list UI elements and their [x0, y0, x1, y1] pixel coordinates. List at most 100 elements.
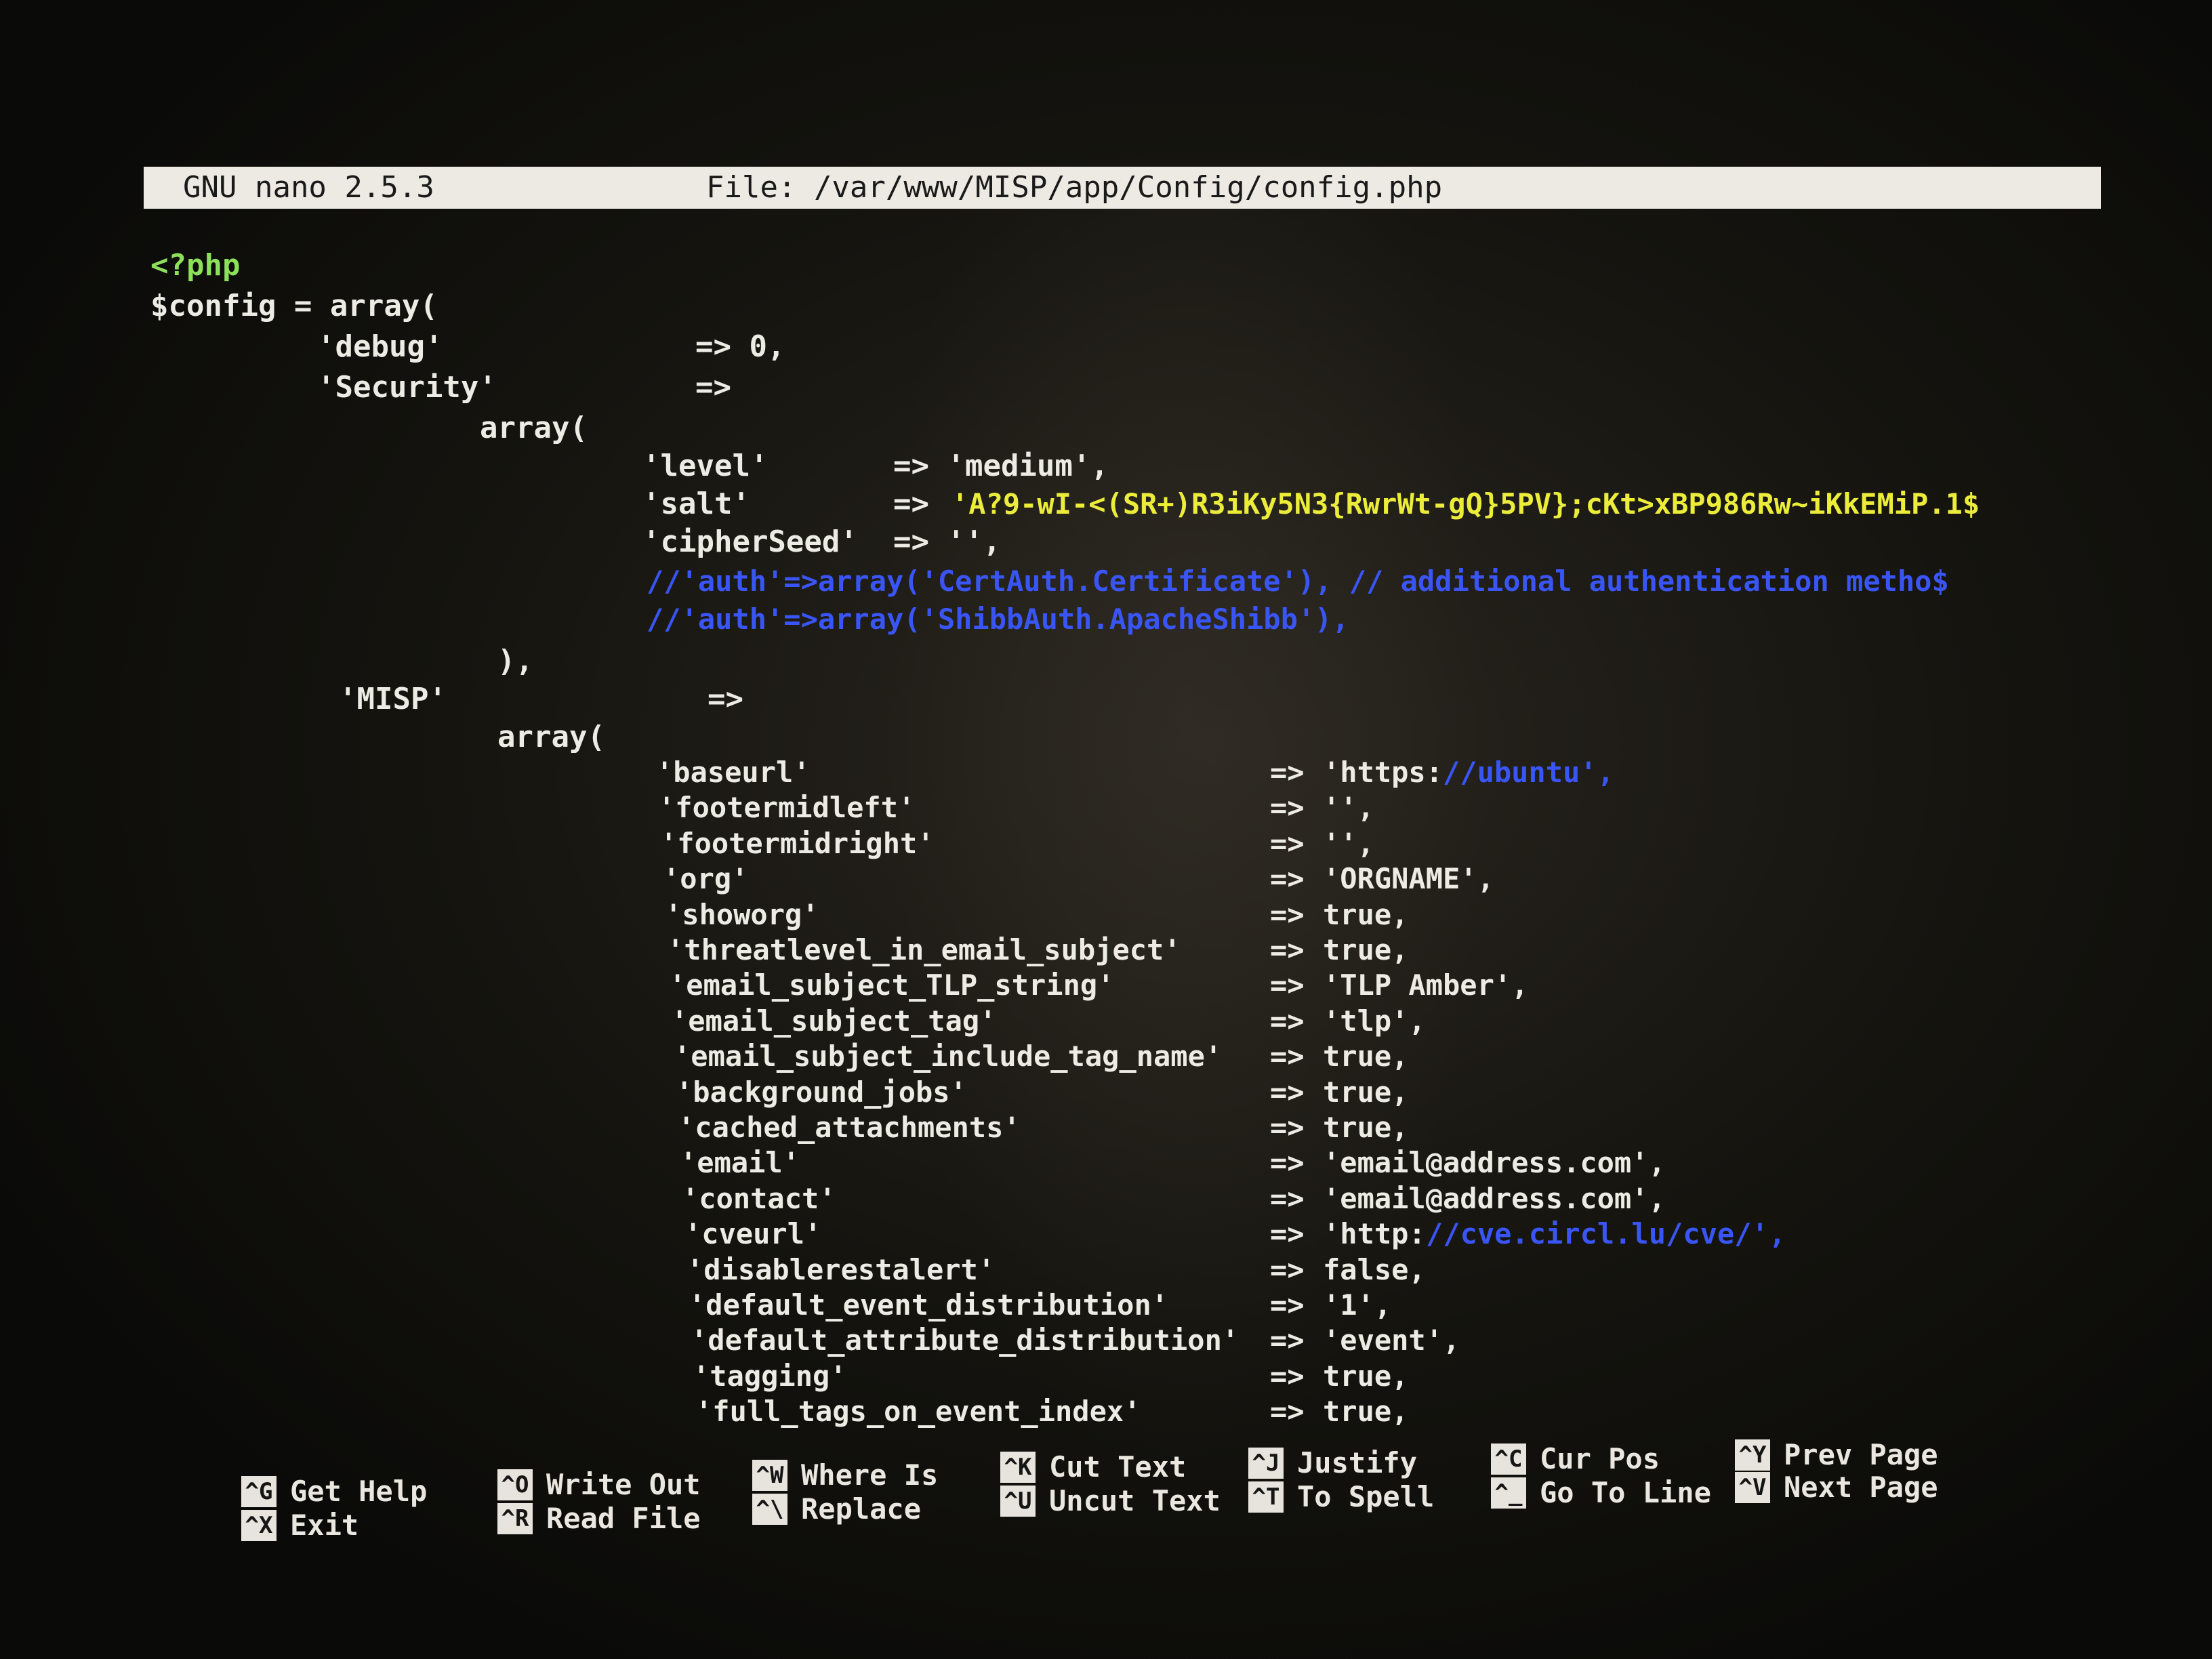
misp-row-arrow: => [1270, 968, 1322, 1002]
misp-row-arrow: => [1270, 1076, 1322, 1109]
code-key-misp: 'MISP' [339, 682, 447, 716]
misp-row-arrow: => [1270, 898, 1322, 931]
shortcut-get-help[interactable]: ^G Get Help [241, 1475, 427, 1509]
code-comment-certauth: //'auth'=>array('CertAuth.Certificate'),… [647, 565, 1949, 598]
misp-row-value: 'tlp', [1323, 1004, 1426, 1038]
code-arrow-salt: => [893, 487, 947, 521]
shortcut-key: ^U [1000, 1486, 1036, 1517]
code-line-security-array: array( [480, 411, 588, 445]
file-path: File: /var/www/MISP/app/Config/config.ph… [706, 170, 1443, 205]
misp-row-key: 'threatlevel_in_email_subject' [667, 933, 1181, 966]
misp-row-key: 'showorg' [665, 898, 819, 931]
shortcut-key: ^W [752, 1460, 787, 1491]
shortcut-next-page[interactable]: ^V Next Page [1735, 1471, 1938, 1504]
misp-row-arrow: => [1270, 791, 1322, 824]
shortcut-go-to-line[interactable]: ^_ Go To Line [1491, 1476, 1711, 1510]
shortcut-cut-text[interactable]: ^K Cut Text [1000, 1450, 1186, 1484]
shortcut-cur-pos[interactable]: ^C Cur Pos [1491, 1442, 1660, 1476]
misp-row-key: 'email_subject_TLP_string' [669, 968, 1115, 1002]
misp-row-value-comment: //ubuntu', [1443, 756, 1614, 789]
code-key-debug: 'debug' [317, 329, 443, 364]
shortcut-where-is[interactable]: ^W Where Is [752, 1458, 938, 1492]
shortcut-key: ^J [1248, 1448, 1284, 1479]
code-val-misp: => [708, 682, 743, 716]
nano-title-bar: GNU nano 2.5.3 File: /var/www/MISP/app/C… [144, 167, 2101, 209]
shortcut-write-out[interactable]: ^O Write Out [497, 1468, 701, 1502]
misp-row-key: 'org' [663, 862, 749, 895]
misp-row-value: '1', [1323, 1288, 1392, 1322]
misp-row-key: 'cached_attachments' [678, 1111, 1021, 1144]
shortcut-key: ^V [1735, 1472, 1770, 1503]
shortcut-prev-page[interactable]: ^Y Prev Page [1735, 1438, 1938, 1472]
misp-row-value: true, [1323, 1076, 1409, 1109]
shortcut-key: ^\ [752, 1494, 787, 1525]
misp-row-value: '', [1323, 827, 1374, 860]
misp-row-value: 'https: [1323, 756, 1443, 789]
shortcut-uncut-text[interactable]: ^U Uncut Text [1000, 1484, 1221, 1518]
misp-row-arrow: => [1270, 827, 1322, 860]
misp-row-key: 'disablerestalert' [687, 1253, 996, 1286]
terminal-screen: GNU nano 2.5.3 File: /var/www/MISP/app/C… [0, 0, 2212, 1659]
shortcut-key: ^C [1491, 1443, 1526, 1475]
code-val-debug: => 0, [695, 329, 785, 364]
misp-row-arrow: => [1270, 933, 1322, 966]
misp-row-value-comment: //cve.circl.lu/cve/', [1426, 1217, 1786, 1250]
shortcut-to-spell[interactable]: ^T To Spell [1248, 1480, 1434, 1514]
misp-row-value: true, [1323, 933, 1409, 966]
misp-row-key: 'email' [680, 1146, 800, 1179]
code-val-salt: 'A?9-wI-<(SR+)R3iKy5N3{RwrWt-gQ}5PV};cKt… [951, 487, 1980, 520]
code-line-php-open: <?php [150, 248, 241, 283]
shortcut-key: ^X [241, 1510, 276, 1541]
code-key-level: 'level' [642, 449, 769, 483]
misp-row-value: true, [1323, 1359, 1409, 1393]
shortcut-key: ^G [241, 1476, 276, 1507]
code-val-cipherseed: => '', [893, 525, 1001, 559]
misp-row-arrow: => [1270, 862, 1322, 895]
misp-row-key: 'default_event_distribution' [689, 1288, 1169, 1322]
misp-row-key: 'contact' [682, 1182, 836, 1215]
misp-row-key: 'background_jobs' [676, 1076, 967, 1109]
code-val-security: => [695, 370, 731, 405]
misp-row-arrow: => [1270, 1146, 1322, 1179]
misp-row-arrow: => [1270, 1324, 1322, 1357]
code-line-security-close: ), [497, 644, 533, 678]
shortcut-exit[interactable]: ^X Exit [241, 1509, 359, 1542]
misp-row-arrow: => [1270, 1004, 1322, 1038]
misp-row-value: 'TLP Amber', [1323, 968, 1529, 1002]
misp-row-value: '', [1323, 791, 1374, 824]
shortcut-key: ^_ [1491, 1477, 1526, 1509]
shortcut-key: ^O [497, 1469, 533, 1500]
misp-row-key: 'cveurl' [684, 1217, 822, 1250]
shortcut-key: ^K [1000, 1452, 1036, 1483]
misp-row-key: 'baseurl' [656, 756, 811, 789]
misp-row-key: 'full_tags_on_event_index' [695, 1395, 1141, 1428]
misp-row-arrow: => [1270, 1040, 1322, 1073]
shortcut-read-file[interactable]: ^R Read File [497, 1502, 701, 1536]
misp-row-value: false, [1323, 1253, 1426, 1286]
code-comment-shibbauth: //'auth'=>array('ShibbAuth.ApacheShibb')… [647, 602, 1349, 636]
misp-row-arrow: => [1270, 1217, 1322, 1250]
misp-row-arrow: => [1270, 1111, 1322, 1144]
code-key-cipherseed: 'cipherSeed' [642, 525, 858, 559]
shortcut-justify[interactable]: ^J Justify [1248, 1446, 1417, 1480]
misp-row-key: 'footermidleft' [658, 791, 916, 824]
misp-row-key: 'default_attribute_distribution' [691, 1324, 1240, 1357]
shortcut-replace[interactable]: ^\ Replace [752, 1492, 921, 1526]
misp-row-key: 'footermidright' [660, 827, 935, 860]
misp-row-arrow: => [1270, 1288, 1322, 1322]
code-line-config-array: $config = array( [150, 289, 438, 323]
misp-row-arrow: => [1270, 1395, 1322, 1428]
misp-row-value: true, [1323, 1040, 1409, 1073]
misp-row-value: 'email@address.com', [1323, 1146, 1666, 1179]
misp-row-value: 'email@address.com', [1323, 1182, 1666, 1215]
shortcut-key: ^Y [1735, 1439, 1770, 1471]
app-version: GNU nano 2.5.3 [183, 170, 434, 205]
code-key-salt: 'salt' [642, 487, 750, 521]
misp-row-arrow: => [1270, 1359, 1322, 1393]
misp-row-key: 'email_subject_include_tag_name' [674, 1040, 1223, 1073]
misp-row-key: 'email_subject_tag' [671, 1004, 997, 1038]
misp-row-value: true, [1323, 1395, 1409, 1428]
misp-row-value: true, [1323, 1111, 1409, 1144]
shortcut-key: ^T [1248, 1481, 1284, 1513]
misp-row-value: true, [1323, 898, 1409, 931]
